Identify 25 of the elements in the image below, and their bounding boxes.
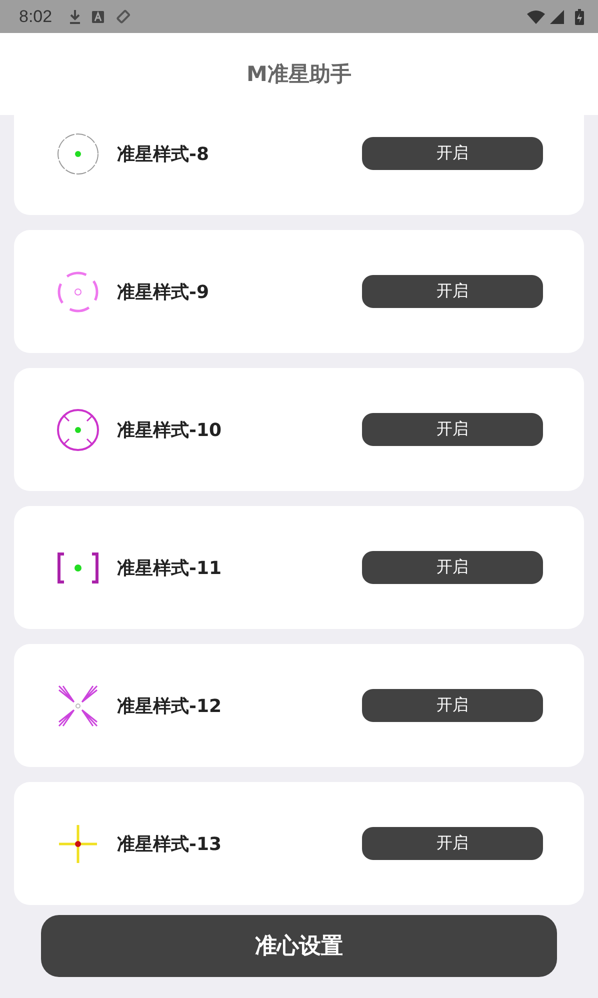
enable-button[interactable]: 开启 [362, 275, 543, 308]
enable-button[interactable]: 开启 [362, 551, 543, 584]
app-title: M准星助手 [246, 61, 352, 88]
style-name: 准星样式-9 [117, 280, 210, 304]
style-name: 准星样式-11 [117, 556, 223, 580]
ring-dot-icon [56, 132, 100, 176]
font-icon [92, 10, 104, 22]
enable-button[interactable]: 开启 [362, 827, 543, 860]
style-name: 准星样式-12 [117, 694, 223, 718]
signal-icon [550, 10, 564, 24]
enable-button[interactable]: 开启 [362, 413, 543, 446]
style-name: 准星样式-8 [117, 142, 210, 166]
style-name: 准星样式-10 [117, 418, 223, 442]
dashed-ring-icon [56, 270, 100, 314]
tag-icon [115, 8, 132, 24]
download-icon [69, 10, 82, 24]
enable-button[interactable]: 开启 [362, 689, 543, 722]
clock: 8:02 [19, 6, 52, 26]
enable-button[interactable]: 开启 [362, 137, 543, 170]
crosshair-settings-button[interactable]: 准心设置 [41, 915, 557, 977]
crossed-spikes-icon [56, 684, 100, 728]
style-name: 准星样式-13 [117, 832, 223, 856]
wifi-icon [527, 10, 545, 24]
battery-charging-icon [575, 8, 584, 24]
tick-circle-icon [56, 408, 100, 452]
